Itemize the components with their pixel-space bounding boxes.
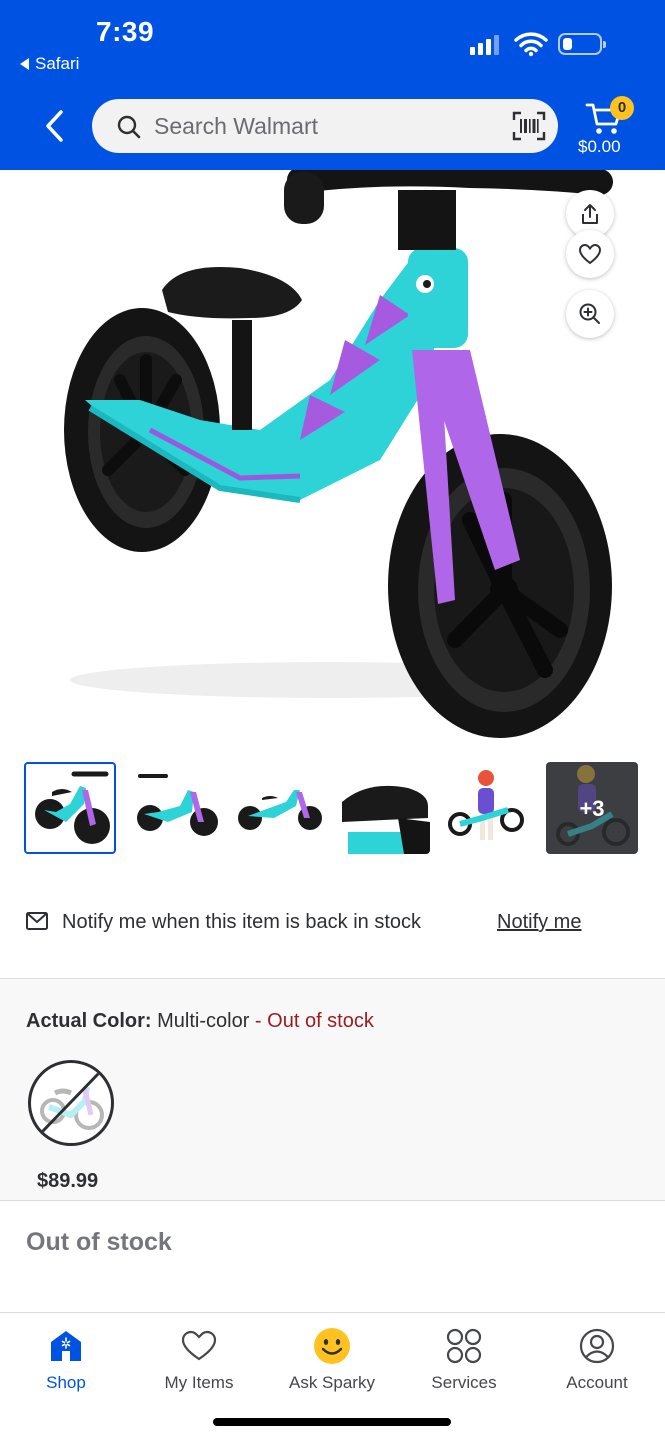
nav-ask-sparky-label: Ask Sparky [289,1373,375,1392]
thumbnail-more[interactable]: +3 [546,762,638,854]
notify-message: Notify me when this item is back in stoc… [62,911,422,933]
section-divider [0,978,665,979]
notify-row: Notify me when this item is back in stoc… [0,896,665,952]
nav-account[interactable]: Account [537,1327,657,1401]
services-grid-icon [446,1328,482,1364]
bike-thumbnail-image [35,771,110,844]
thumbnail-3[interactable] [234,762,326,854]
color-label-key: Actual Color: [26,1010,152,1032]
product-image[interactable] [0,170,665,750]
account-icon [579,1328,615,1364]
cart-count-badge: 0 [610,96,634,120]
thumbnail-5[interactable] [442,762,534,854]
cart-button[interactable]: 0 $0.00 [578,96,638,158]
zoom-button[interactable] [566,290,614,338]
wifi-icon [514,32,548,57]
mail-icon [26,912,48,930]
cart-total: $0.00 [578,137,621,156]
heart-icon [578,243,602,265]
notify-me-link[interactable]: Notify me [497,911,581,934]
section-divider [0,1200,665,1201]
back-button[interactable] [36,106,72,146]
bike-thumbnail-image [238,790,322,830]
zoom-in-icon [579,303,600,324]
back-to-app-link[interactable]: Safari [20,54,79,74]
color-value: Multi-color [157,1010,250,1032]
back-app-label: Safari [35,54,80,73]
heart-icon [181,1330,217,1361]
more-images-count: +3 [579,796,605,821]
thumbnail-2[interactable] [130,762,222,854]
back-triangle-icon [20,58,29,70]
nav-ask-sparky[interactable]: Ask Sparky [272,1327,392,1401]
nav-my-items-label: My Items [164,1373,234,1392]
unavailable-swatch-image [39,1071,104,1135]
nav-my-items[interactable]: My Items [139,1327,259,1401]
nav-shop[interactable]: Shop [6,1327,126,1401]
child-with-bike-thumbnail-image [448,770,524,840]
cellular-signal-icon [470,33,499,55]
color-label: Actual Color: Multi-color - Out of stock [26,1010,374,1033]
app-header: 7:39 Safari Search Walmart 0 $0.00 [0,0,665,170]
bike-thumbnail-image [137,774,218,836]
thumbnail-1[interactable] [24,762,116,854]
battery-icon [558,33,606,55]
nav-services[interactable]: Services [404,1327,524,1401]
search-icon [117,115,141,139]
image-thumbnails: +3 [24,762,644,856]
nav-services-label: Services [431,1373,497,1392]
search-bar[interactable] [92,99,558,153]
thumbnail-4[interactable] [338,762,430,854]
back-arrow-icon [46,110,63,142]
nav-shop-label: Shop [46,1373,86,1392]
barcode-scan-icon[interactable] [512,111,546,141]
seat-closeup-thumbnail-image [342,785,430,854]
search-input[interactable] [154,109,494,143]
shop-icon [51,1331,81,1361]
favorite-button[interactable] [566,230,614,278]
sparky-icon [314,1328,350,1364]
home-indicator [213,1418,451,1426]
color-swatch-multicolor[interactable] [28,1060,114,1146]
color-stock-status: - Out of stock [249,1010,374,1032]
status-time: 7:39 [96,16,155,47]
swatch-price: $89.99 [37,1170,99,1192]
nav-account-label: Account [566,1373,628,1392]
share-icon [582,204,598,224]
variant-section: Actual Color: Multi-color - Out of stock… [0,980,665,1200]
availability-title: Out of stock [26,1228,172,1256]
